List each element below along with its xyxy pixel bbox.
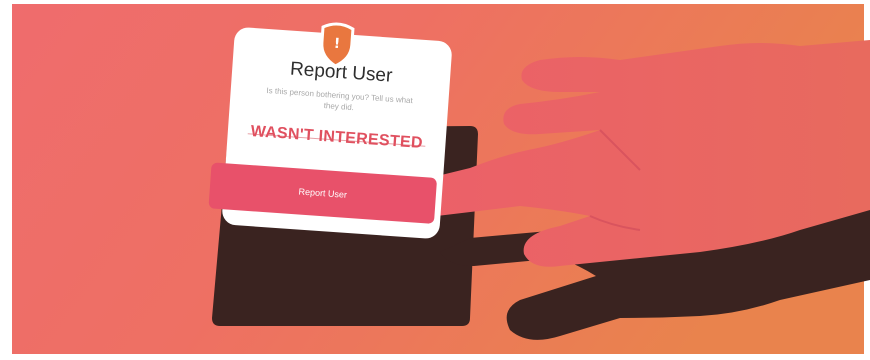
report-reason[interactable]: WASN'T INTERESTED — [227, 121, 446, 154]
report-dialog: Report User Is this person bothering you… — [221, 27, 452, 240]
illustration: ! Report User Is this person bothering y… — [0, 0, 870, 360]
report-user-button[interactable]: Report User — [208, 162, 437, 224]
dialog-subtitle: Is this person bothering you? Tell us wh… — [266, 85, 414, 113]
